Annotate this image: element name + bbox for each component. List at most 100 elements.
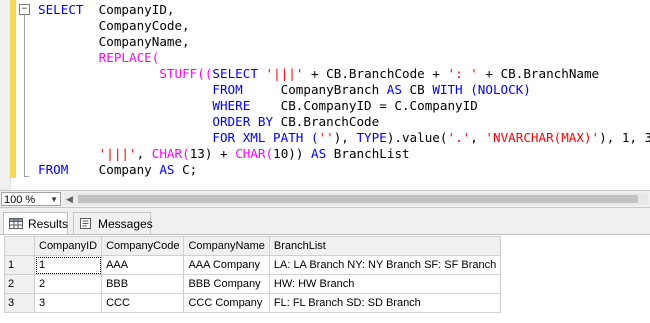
tab-results[interactable]: Results [3,212,68,234]
code-token: 'NVARCHAR(MAX)' [485,130,600,145]
code-token: , [470,130,486,145]
results-grid-area: CompanyID CompanyCode CompanyName Branch… [0,234,650,323]
sql-code[interactable]: SELECT CompanyID, CompanyCode, CompanyNa… [38,2,650,178]
code-token: ': ' [447,66,478,81]
grid-cell[interactable]: CCC Company [183,293,270,313]
zoom-value: 100 % [4,194,36,206]
code-token: '.' [447,130,471,145]
code-token: C; [174,162,198,177]
code-line[interactable]: '|||', CHAR(13) + CHAR(10)) AS BranchLis… [38,146,650,162]
row-number[interactable]: 3 [4,293,35,313]
code-token: WHERE [212,98,251,113]
code-token: ).value( [386,130,448,145]
code-line[interactable]: FROM Company AS C; [38,162,650,178]
code-token: STUFF(( [159,66,213,81]
code-token: 10)) [273,146,312,161]
tab-results-label: Results [28,217,69,231]
code-token: AS [311,146,327,161]
code-line[interactable]: ORDER BY CB.BranchCode [38,114,650,130]
code-line[interactable]: CompanyName, [38,34,650,50]
column-header[interactable]: CompanyName [183,236,270,256]
tab-messages-label: Messages [98,217,153,231]
code-line[interactable]: FOR XML PATH (''), TYPE).value('.', 'NVA… [38,130,650,146]
code-token: + CB.BranchName [477,66,600,81]
messages-icon [80,218,91,229]
table-row: 2 2 BBB BBB Company HW: HW Branch [4,274,502,294]
code-token: 13) + [189,146,236,161]
grid-cell[interactable]: CCC [101,293,185,313]
code-token: AS [159,162,175,177]
scroll-left-icon[interactable]: ◀ [66,193,73,205]
code-token: CompanyID, [83,2,175,17]
grid-cell[interactable]: 2 [33,274,103,294]
grid-cell[interactable]: BBB Company [183,274,270,294]
code-token: CompanyCode, [38,18,190,33]
grid-icon [9,218,23,229]
table-row: 3 3 CCC CCC Company FL: FL Branch SD: SD… [4,293,502,313]
horizontal-scrollbar[interactable]: ◀ [64,193,648,205]
code-token: CHAR( [235,146,274,161]
grid-cell[interactable]: AAA [101,255,185,275]
grid-cell[interactable]: AAA Company [183,255,270,275]
column-header[interactable]: CompanyCode [101,236,185,256]
code-line[interactable]: FROM CompanyBranch AS CB WITH (NOLOCK) [38,82,650,98]
outline-line [24,15,25,177]
table-row: 1 1 AAA AAA Company LA: LA Branch NY: NY… [4,255,502,275]
query-editor[interactable]: − SELECT CompanyID, CompanyCode, Company… [0,0,650,190]
code-token: CHAR( [151,146,190,161]
code-token: CB [401,82,433,97]
results-tab-bar: Results Messages [0,208,650,234]
change-tracking-bar [10,0,16,178]
zoom-dropdown[interactable]: 100 % ▼ [1,192,61,206]
code-line[interactable]: CompanyCode, [38,18,650,34]
row-number[interactable]: 1 [4,255,35,275]
column-header[interactable]: CompanyID [33,236,103,256]
code-token: TYPE [356,130,387,145]
code-token: REPLACE( [98,50,160,65]
code-token: '|||' [98,146,137,161]
code-line[interactable]: REPLACE( [38,50,650,66]
scrollbar-thumb[interactable] [78,195,638,203]
grid-cell[interactable]: HW: HW Branch [268,274,502,294]
grid-cell[interactable]: 1 [33,255,103,275]
code-line[interactable]: SELECT CompanyID, [38,2,650,18]
code-token: WITH (NOLOCK) [432,82,531,97]
code-token: CompanyName, [38,34,190,49]
collapse-icon[interactable]: − [19,4,30,15]
grid-cell[interactable]: LA: LA Branch NY: NY Branch SF: SF Branc… [268,255,502,275]
code-token: SELECT [38,2,84,17]
code-line[interactable]: STUFF((SELECT '|||' + CB.BranchCode + ':… [38,66,650,82]
code-token: CB.BranchCode [273,114,380,129]
code-line[interactable]: WHERE CB.CompanyID = C.CompanyID [38,98,650,114]
code-token: CB.CompanyID = C.CompanyID [250,98,478,113]
grid-cell[interactable]: 3 [33,293,103,313]
code-token: '' [318,130,334,145]
code-token: FROM [212,82,243,97]
row-number-header[interactable] [4,236,35,256]
code-token: , [136,146,152,161]
code-token: AS [386,82,402,97]
code-token: BranchList [326,146,410,161]
grid-cell[interactable]: FL: FL Branch SD: SD Branch [268,293,502,313]
code-token: Company [68,162,160,177]
results-grid: CompanyID CompanyCode CompanyName Branch… [4,236,502,313]
column-header[interactable]: BranchList [268,236,502,256]
grid-header-row: CompanyID CompanyCode CompanyName Branch… [4,236,502,256]
tab-messages[interactable]: Messages [73,212,153,234]
grid-cell[interactable]: BBB [101,274,185,294]
code-token: '|||' [265,66,304,81]
chevron-down-icon: ▼ [50,195,58,204]
code-token: CompanyBranch [242,82,387,97]
code-token: FOR XML PATH ( [212,130,319,145]
code-token: + CB.BranchCode + [303,66,448,81]
code-token: ), [333,130,357,145]
row-number[interactable]: 2 [4,274,35,294]
